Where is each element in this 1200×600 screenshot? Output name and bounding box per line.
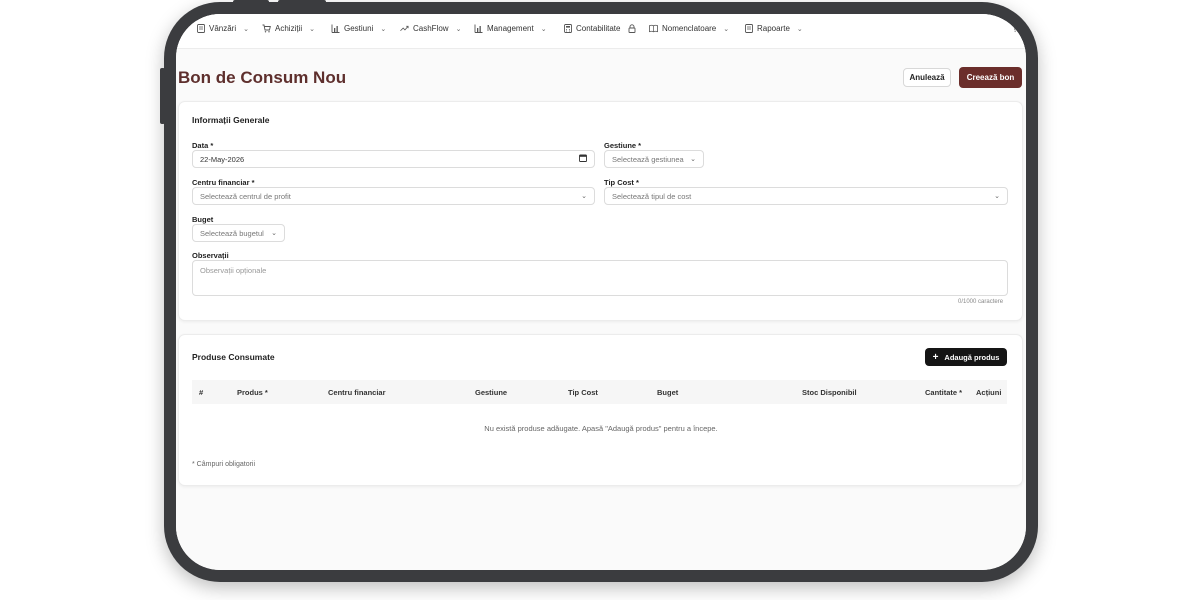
- buget-select[interactable]: Selectează bugetul ⌄: [192, 224, 285, 242]
- nav-label: Achiziții: [275, 24, 303, 33]
- empty-table-message: Nu există produse adăugate. Apasă "Adaug…: [484, 424, 718, 433]
- device-top-button: [233, 0, 269, 4]
- nav-label: CashFlow: [413, 24, 449, 33]
- nav-item-contabilitate[interactable]: Contabilitate: [563, 24, 636, 33]
- top-navigation: Vânzări ⌄ Achiziții ⌄ Gestiuni ⌄ CashFlo…: [176, 14, 1026, 49]
- column-header-actiuni: Acțiuni: [976, 388, 1002, 397]
- nav-label: Nomenclatoare: [662, 24, 717, 33]
- tipcost-label: Tip Cost *: [604, 178, 639, 187]
- cart-icon: [1012, 24, 1021, 33]
- chevron-down-icon: ⌄: [271, 230, 277, 237]
- nav-item-vanzari[interactable]: Vânzări ⌄: [196, 24, 249, 33]
- date-label: Data *: [192, 141, 214, 150]
- chevron-down-icon: ⌄: [380, 25, 387, 33]
- required-fields-note: * Câmpuri obligatorii: [192, 461, 256, 468]
- column-header-buget: Buget: [657, 388, 679, 397]
- tipcost-select[interactable]: Selectează tipul de cost ⌄: [604, 187, 1008, 205]
- nav-item-nomenclatoare[interactable]: Nomenclatoare ⌄: [649, 24, 729, 33]
- cart-icon: [262, 24, 271, 33]
- buget-label: Buget: [192, 215, 214, 224]
- products-title: Produse Consumate: [192, 352, 275, 362]
- column-header-cantitate: Cantitate *: [925, 388, 963, 397]
- nav-label: Rapoarte: [757, 24, 790, 33]
- nav-item-achizitii[interactable]: Achiziții ⌄: [262, 24, 315, 33]
- bar-chart-icon: [474, 24, 483, 33]
- chevron-down-icon: ⌄: [540, 25, 547, 33]
- book-icon: [649, 24, 658, 33]
- device-side-button: [160, 68, 165, 124]
- centru-label: Centru financiar *: [192, 178, 255, 187]
- date-value: 22-May-2026: [200, 154, 245, 164]
- column-header-stoc: Stoc Disponibil: [802, 388, 857, 397]
- lock-icon: [627, 24, 636, 33]
- products-card: [178, 334, 1023, 486]
- observatii-textarea[interactable]: Observații opționale: [192, 260, 1008, 296]
- centru-placeholder: Selectează centrul de profit: [200, 191, 291, 201]
- calendar-icon[interactable]: [579, 154, 587, 164]
- column-header-index: #: [199, 388, 204, 397]
- character-counter: 0/1000 caractere: [958, 299, 1004, 305]
- centru-select[interactable]: Selectează centrul de profit ⌄: [192, 187, 595, 205]
- nav-label: Contabilitate: [576, 24, 621, 33]
- observatii-placeholder: Observații opționale: [200, 266, 267, 275]
- gestiune-label: Gestiune *: [604, 141, 642, 150]
- chevron-down-icon: ⌄: [243, 25, 249, 33]
- page-title: Bon de Consum Nou: [178, 68, 347, 87]
- calculator-icon: [563, 24, 572, 33]
- tipcost-placeholder: Selectează tipul de cost: [612, 191, 692, 201]
- device-top-button: [278, 0, 326, 4]
- nav-item-cashflow[interactable]: CashFlow ⌄: [400, 24, 461, 33]
- cart-button[interactable]: [1012, 24, 1021, 33]
- document-icon: [744, 24, 753, 33]
- chevron-down-icon: ⌄: [581, 193, 587, 200]
- nav-item-gestiuni[interactable]: Gestiuni ⌄: [331, 24, 386, 33]
- chevron-down-icon: ⌄: [690, 156, 696, 163]
- nav-label: Vânzări: [209, 24, 237, 33]
- chevron-down-icon: ⌄: [455, 25, 462, 33]
- cancel-button[interactable]: Anulează: [903, 68, 951, 87]
- column-header-gestiune: Gestiune: [475, 388, 508, 397]
- chevron-down-icon: ⌄: [796, 25, 803, 33]
- products-table-header: # Produs * Centru financiar Gestiune Tip…: [192, 380, 1007, 404]
- gestiune-placeholder: Selectează gestiunea: [612, 154, 684, 164]
- create-button[interactable]: Creează bon: [959, 67, 1022, 88]
- observatii-label: Observații: [192, 251, 229, 260]
- app-viewport: Vânzări ⌄ Achiziții ⌄ Gestiuni ⌄ CashFlo…: [176, 14, 1026, 570]
- screen: Vânzări ⌄ Achiziții ⌄ Gestiuni ⌄ CashFlo…: [176, 14, 1026, 570]
- nav-label: Gestiuni: [344, 24, 374, 33]
- bar-chart-icon: [331, 24, 340, 33]
- column-header-produs: Produs *: [237, 388, 268, 397]
- nav-item-rapoarte[interactable]: Rapoarte ⌄: [744, 24, 803, 33]
- chevron-down-icon: ⌄: [994, 193, 1000, 200]
- plus-icon: +: [932, 351, 939, 363]
- column-header-centru: Centru financiar: [328, 388, 386, 397]
- chevron-down-icon: ⌄: [723, 25, 730, 33]
- nav-item-management[interactable]: Management ⌄: [474, 24, 547, 33]
- buget-placeholder: Selectează bugetul: [200, 228, 264, 238]
- add-product-button[interactable]: + Adaugă produs: [925, 348, 1007, 366]
- add-product-label: Adaugă produs: [944, 352, 1000, 362]
- chevron-down-icon: ⌄: [309, 25, 315, 33]
- date-field[interactable]: 22-May-2026: [192, 150, 595, 168]
- column-header-tipcost: Tip Cost: [568, 388, 598, 397]
- nav-label: Management: [487, 24, 534, 33]
- trend-icon: [400, 24, 409, 33]
- document-icon: [196, 24, 205, 33]
- general-info-title: Informații Generale: [192, 115, 270, 125]
- gestiune-select[interactable]: Selectează gestiunea ⌄: [604, 150, 704, 168]
